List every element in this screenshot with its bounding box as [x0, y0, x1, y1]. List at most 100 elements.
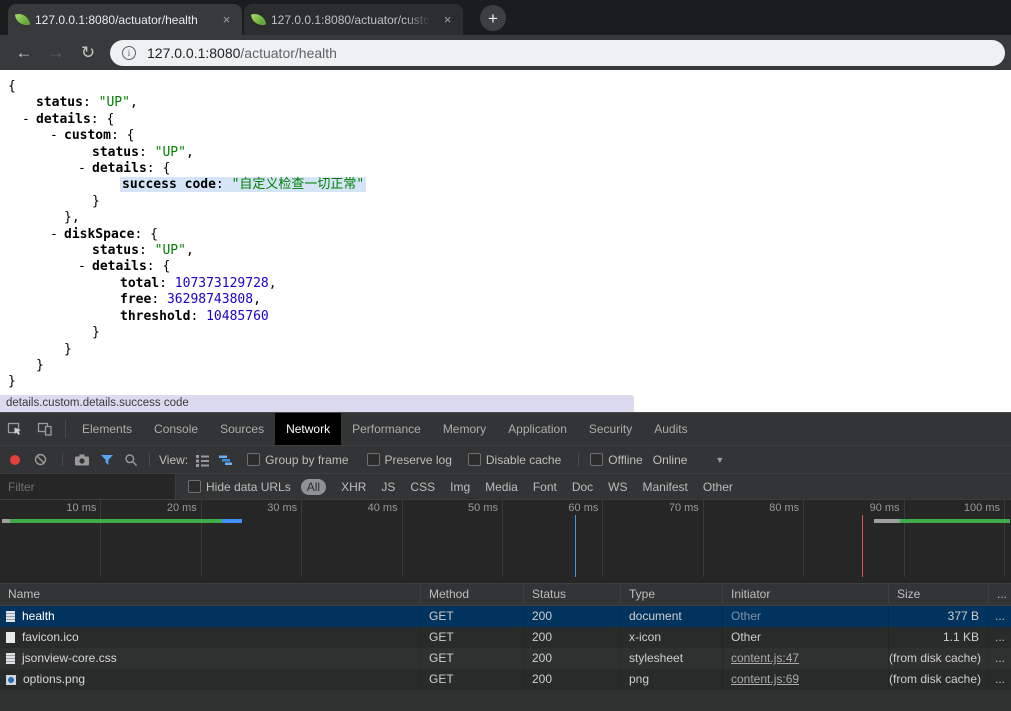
view-list-icon[interactable]	[195, 453, 210, 467]
device-toolbar-icon[interactable]	[30, 413, 60, 445]
checkbox[interactable]	[590, 453, 603, 466]
overview-bar-segment	[900, 519, 1010, 523]
checkbox-label: Offline	[608, 453, 642, 467]
json-colon: :	[216, 177, 232, 192]
devtools-tab-network[interactable]: Network	[275, 413, 341, 445]
divider	[62, 453, 63, 466]
address-bar[interactable]: 127.0.0.1:8080 /actuator/health	[110, 40, 1005, 66]
collapse-toggle-icon[interactable]: -	[22, 112, 30, 128]
disable-cache-checkbox[interactable]: Disable cache	[468, 453, 561, 467]
hide-data-urls-checkbox[interactable]: Hide data URLs	[188, 480, 291, 494]
json-line: status: "UP",	[0, 145, 1011, 161]
new-tab-button[interactable]: +	[480, 5, 506, 31]
checkbox[interactable]	[367, 453, 380, 466]
filter-icon[interactable]	[100, 454, 114, 466]
offline-checkbox[interactable]: Offline	[590, 453, 642, 467]
json-punctuation: {	[150, 227, 158, 242]
tab-strip: 127.0.0.1:8080/actuator/health × 127.0.0…	[0, 0, 1011, 35]
divider	[578, 453, 579, 466]
json-line: status: "UP",	[0, 95, 1011, 111]
devtools-tab-elements[interactable]: Elements	[71, 413, 143, 445]
column-header-type[interactable]: Type	[621, 584, 723, 605]
collapse-toggle-icon[interactable]: -	[78, 259, 86, 275]
request-type-cell: png	[621, 669, 723, 690]
column-header-size[interactable]: Size	[889, 584, 989, 605]
filter-type-font[interactable]: Font	[533, 480, 557, 494]
inspect-element-icon[interactable]	[0, 413, 30, 445]
filter-type-media[interactable]: Media	[485, 480, 518, 494]
json-colon: :	[91, 112, 107, 127]
collapse-toggle-icon[interactable]: -	[50, 128, 58, 144]
devtools-tab-application[interactable]: Application	[497, 413, 578, 445]
filter-type-manifest[interactable]: Manifest	[643, 480, 688, 494]
devtools-tab-security[interactable]: Security	[578, 413, 643, 445]
collapse-toggle-icon[interactable]: -	[50, 227, 58, 243]
filter-input[interactable]	[0, 474, 176, 499]
tab-custom[interactable]: 127.0.0.1:8080/actuator/custo ×	[244, 4, 463, 35]
search-icon[interactable]	[124, 453, 138, 467]
back-icon[interactable]: ←	[8, 43, 40, 63]
info-icon[interactable]	[122, 46, 136, 60]
tab-close-icon[interactable]: ×	[219, 12, 234, 27]
record-button[interactable]	[10, 455, 20, 465]
initiator-link[interactable]: content.js:69	[731, 672, 799, 686]
json-line: }	[0, 358, 1011, 374]
group-by-frame-checkbox[interactable]: Group by frame	[247, 453, 348, 467]
json-punctuation: ,	[253, 292, 261, 307]
filter-type-all[interactable]: All	[301, 479, 326, 495]
timeline-tick-label: 90 ms	[830, 502, 900, 514]
json-key: diskSpace	[64, 227, 134, 242]
json-line: -custom: {	[0, 128, 1011, 144]
throttling-dropdown[interactable]: Online	[653, 453, 688, 467]
tab-health[interactable]: 127.0.0.1:8080/actuator/health ×	[8, 4, 242, 35]
json-colon: :	[83, 95, 99, 110]
devtools-tab-sources[interactable]: Sources	[209, 413, 275, 445]
filter-type-img[interactable]: Img	[450, 480, 470, 494]
network-request-row[interactable]: favicon.icoGET200x-iconOther1.1 KB...	[0, 627, 1011, 648]
column-header-status[interactable]: Status	[524, 584, 621, 605]
network-request-row[interactable]: options.pngGET200pngcontent.js:69(from d…	[0, 669, 1011, 690]
devtools-panel: ElementsConsoleSourcesNetworkPerformance…	[0, 412, 1011, 711]
column-header-[interactable]: ...	[989, 584, 1011, 605]
checkbox[interactable]	[188, 480, 201, 493]
collapse-toggle-icon[interactable]: -	[78, 161, 86, 177]
tab-close-icon[interactable]: ×	[440, 12, 455, 27]
column-header-initiator[interactable]: Initiator	[723, 584, 889, 605]
column-header-method[interactable]: Method	[421, 584, 524, 605]
json-colon: :	[147, 161, 163, 176]
request-initiator-cell: content.js:69	[723, 669, 889, 690]
request-status-cell: 200	[524, 606, 621, 627]
preserve-log-checkbox[interactable]: Preserve log	[367, 453, 452, 467]
initiator-link[interactable]: content.js:47	[731, 651, 799, 665]
json-entry: threshold: 10485760	[120, 309, 269, 324]
json-punctuation: ,	[269, 276, 277, 291]
network-overview-timeline[interactable]: 10 ms20 ms30 ms40 ms50 ms60 ms70 ms80 ms…	[0, 500, 1011, 584]
spring-leaf-favicon	[15, 12, 30, 27]
request-status-cell: 200	[524, 648, 621, 669]
capture-screenshots-icon[interactable]	[74, 453, 90, 467]
timeline-gridline	[803, 500, 804, 577]
network-request-row[interactable]: healthGET200documentOther377 B...	[0, 606, 1011, 627]
reload-icon[interactable]: ↻	[72, 43, 104, 63]
filter-type-xhr[interactable]: XHR	[341, 480, 366, 494]
filter-type-other[interactable]: Other	[703, 480, 733, 494]
json-value: "UP"	[155, 243, 186, 258]
view-waterfall-icon[interactable]	[218, 453, 233, 467]
filter-type-doc[interactable]: Doc	[572, 480, 593, 494]
json-entry: status: "UP",	[36, 95, 138, 110]
filter-type-css[interactable]: CSS	[410, 480, 435, 494]
filter-type-ws[interactable]: WS	[608, 480, 627, 494]
devtools-tab-memory[interactable]: Memory	[432, 413, 497, 445]
chevron-down-icon[interactable]: ▼	[715, 455, 724, 465]
request-size-cell: (from disk cache)	[889, 648, 989, 669]
checkbox[interactable]	[468, 453, 481, 466]
clear-icon[interactable]	[34, 453, 47, 466]
column-header-name[interactable]: Name	[0, 584, 421, 605]
json-value: 10485760	[206, 309, 269, 324]
devtools-tab-console[interactable]: Console	[143, 413, 209, 445]
checkbox[interactable]	[247, 453, 260, 466]
devtools-tab-performance[interactable]: Performance	[341, 413, 432, 445]
network-request-row[interactable]: jsonview-core.cssGET200stylesheetcontent…	[0, 648, 1011, 669]
devtools-tab-audits[interactable]: Audits	[643, 413, 698, 445]
filter-type-js[interactable]: JS	[381, 480, 395, 494]
